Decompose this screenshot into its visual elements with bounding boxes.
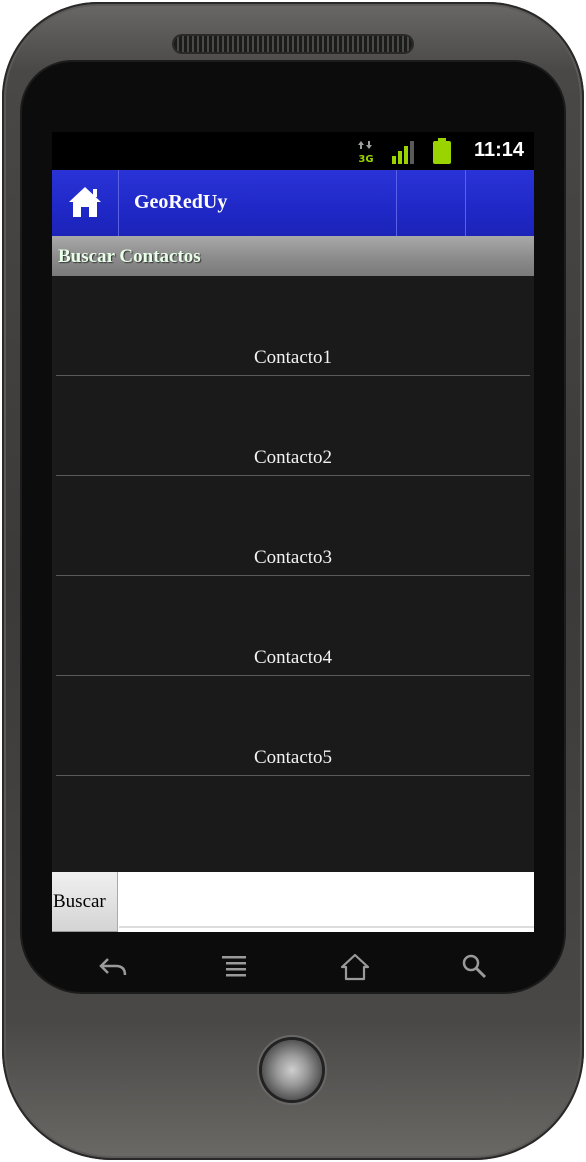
list-item[interactable]: Contacto1 — [56, 276, 530, 376]
hardware-nav-keys — [52, 945, 534, 995]
home-icon — [69, 187, 101, 217]
search-bar: Buscar — [52, 872, 534, 932]
section-title: Buscar Contactos — [58, 246, 201, 267]
battery-icon — [433, 138, 451, 164]
back-icon — [99, 958, 127, 976]
app-bar: GeoRedUy — [52, 170, 534, 236]
signal-icon — [392, 141, 414, 164]
app-bar-action-1[interactable] — [396, 170, 466, 236]
search-icon — [462, 954, 487, 979]
contact-label: Contacto2 — [253, 447, 333, 468]
section-header: Buscar Contactos — [52, 236, 534, 276]
svg-text:3G: 3G — [358, 154, 373, 164]
menu-icon — [222, 956, 246, 977]
list-item[interactable]: Contacto2 — [56, 376, 530, 476]
app-title: GeoRedUy — [134, 191, 228, 213]
data-3g-icon: 3G — [358, 141, 374, 164]
search-key[interactable] — [454, 945, 494, 993]
list-item[interactable]: Contacto5 — [56, 676, 530, 776]
device-screen: 3G 11:14 GeoRedUy Buscar Contactos Conta… — [52, 132, 534, 932]
back-key[interactable] — [92, 945, 132, 993]
contact-label: Contacto3 — [253, 547, 333, 568]
phone-speaker — [174, 36, 412, 52]
menu-key[interactable] — [214, 945, 254, 993]
contact-label: Contacto4 — [253, 647, 333, 668]
app-bar-action-2[interactable] — [465, 170, 534, 236]
contact-label: Contacto5 — [253, 747, 333, 768]
contact-label: Contacto1 — [253, 347, 333, 368]
list-item[interactable]: Contacto3 — [56, 476, 530, 576]
status-time: 11:14 — [473, 139, 524, 161]
home-button[interactable] — [52, 170, 119, 236]
status-bar: 3G 11:14 — [52, 132, 534, 170]
contact-list: Contacto1 Contacto2 Contacto3 Contacto4 … — [56, 276, 530, 776]
list-item[interactable]: Contacto4 — [56, 576, 530, 676]
home-key[interactable] — [334, 945, 374, 993]
home-icon — [340, 953, 370, 981]
search-input[interactable] — [119, 872, 534, 928]
trackball[interactable] — [262, 1040, 322, 1100]
search-button[interactable]: Buscar — [52, 872, 118, 932]
